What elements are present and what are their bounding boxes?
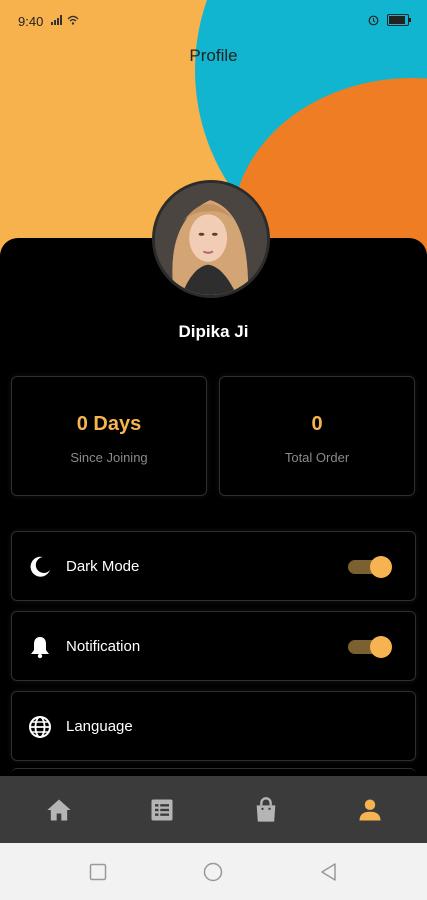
total-order-card: 0 Total Order [219, 376, 415, 496]
shopping-bag-icon [256, 797, 276, 822]
status-icons-left [51, 15, 79, 25]
moon-icon [30, 556, 50, 577]
total-order-value: 0 [311, 413, 323, 435]
language-label: Language [66, 718, 133, 735]
profile-screen: 9:40 Profile Dipika Ji 0 Days Since Join… [0, 0, 427, 900]
total-order-label: Total Order [284, 450, 350, 465]
wifi-icon [67, 15, 79, 25]
list-icon [151, 799, 173, 821]
recent-apps-icon[interactable] [88, 862, 108, 882]
dark-mode-row[interactable]: Dark Mode [11, 531, 416, 601]
bell-icon [31, 637, 49, 659]
person-icon [359, 799, 381, 821]
notification-row[interactable]: Notification [11, 611, 416, 681]
user-name: Dipika Ji [178, 322, 249, 341]
home-icon [47, 799, 71, 821]
days-since-joining-card: 0 Days Since Joining [11, 376, 207, 496]
signal-icon [51, 15, 62, 25]
notification-toggle[interactable] [348, 636, 392, 658]
globe-icon [29, 716, 51, 738]
status-bar: 9:40 [0, 0, 427, 40]
nav-home[interactable] [45, 796, 73, 824]
avatar-photo [155, 183, 267, 295]
nav-profile[interactable] [356, 796, 384, 824]
avatar[interactable] [152, 180, 270, 298]
bottom-nav [0, 776, 427, 843]
nav-orders[interactable] [148, 796, 176, 824]
system-nav-bar [0, 843, 427, 900]
days-label: Since Joining [70, 450, 148, 465]
page-title: Profile [189, 46, 238, 65]
alarm-icon [368, 15, 379, 25]
nav-shop[interactable] [252, 796, 280, 824]
home-button-icon[interactable] [203, 862, 223, 882]
dark-mode-label: Dark Mode [66, 558, 140, 575]
battery-icon [387, 14, 411, 26]
language-row[interactable]: Language [11, 691, 416, 761]
back-icon[interactable] [319, 862, 339, 882]
status-time: 9:40 [18, 14, 44, 29]
days-value: 0 Days [76, 413, 142, 435]
status-icons-right [368, 14, 411, 26]
notification-label: Notification [66, 638, 141, 655]
dark-mode-toggle[interactable] [348, 556, 392, 578]
